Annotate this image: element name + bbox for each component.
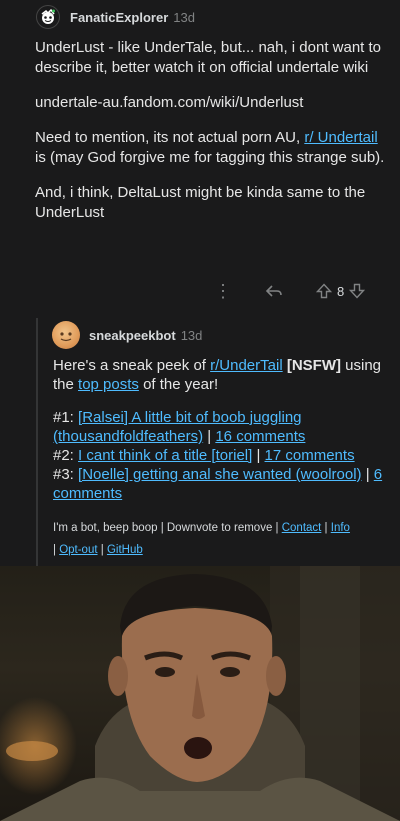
separator: | <box>252 447 265 464</box>
bot-footer: I'm a bot, beep boop | Downvote to remov… <box>53 517 393 561</box>
user-avatar[interactable] <box>52 321 80 349</box>
shocked-man-image <box>0 566 400 821</box>
comment-thread: FanaticExplorer 13d UnderLust - like Und… <box>0 0 400 566</box>
upvote-icon[interactable] <box>316 283 332 299</box>
comment-paragraph: Here's a sneak peek of r/UnderTail [NSFW… <box>53 356 393 394</box>
comment-body: Here's a sneak peek of r/UnderTail [NSFW… <box>53 356 393 575</box>
more-options-icon[interactable]: ⋮ <box>214 281 232 302</box>
comment-age: 13d <box>180 327 203 343</box>
user-avatar[interactable] <box>36 5 60 29</box>
subreddit-link[interactable]: r/UnderTail <box>210 357 283 374</box>
snoo-icon <box>41 8 55 24</box>
comment-author[interactable]: sneakpeekbot <box>89 328 176 343</box>
reaction-image <box>0 566 400 821</box>
comment-author[interactable]: FanaticExplorer <box>70 10 168 25</box>
post-number: #3: <box>53 466 79 483</box>
top-posts-link[interactable]: top posts <box>78 376 139 393</box>
separator: | <box>321 522 331 534</box>
text-span: I'm a bot, beep boop | Downvote to remov… <box>53 522 282 534</box>
contact-link[interactable]: Contact <box>282 522 322 534</box>
comment-header: FanaticExplorer 13d <box>36 4 195 30</box>
post-list: #1: [Ralsei] A little bit of boob juggli… <box>53 408 393 503</box>
text-span: Here's a sneak peek of <box>53 357 211 374</box>
post-link[interactable]: [Noelle] getting anal she wanted (woolro… <box>78 466 362 483</box>
opt-out-link[interactable]: Opt-out <box>59 544 97 556</box>
post-comments-link[interactable]: 17 comments <box>265 447 355 464</box>
vote-score: 8 <box>337 283 345 299</box>
comment-paragraph: Need to mention, its not actual porn AU,… <box>35 128 390 168</box>
comment-paragraph-url: undertale-au.fandom.com/wiki/Underlust <box>35 94 304 111</box>
github-link[interactable]: GitHub <box>107 544 143 556</box>
face-avatar-icon <box>60 332 72 342</box>
comment-body: UnderLust - like UnderTale, but... nah, … <box>35 38 390 238</box>
separator: | <box>97 544 107 556</box>
comment-paragraph: And, i think, DeltaLust might be kinda s… <box>35 184 366 221</box>
post-link[interactable]: I cant think of a title [toriel] <box>78 447 252 464</box>
comment-paragraph: UnderLust - like UnderTale, but... nah, … <box>35 39 382 76</box>
post-comments-link[interactable]: 16 comments <box>215 428 305 445</box>
separator: | <box>203 428 216 445</box>
thread-line[interactable] <box>36 318 38 566</box>
comment-age: 13d <box>173 9 195 25</box>
info-link[interactable]: Info <box>331 522 350 534</box>
comment-header: sneakpeekbot 13d <box>52 320 202 350</box>
separator: | <box>361 466 374 483</box>
post-number: #2: <box>53 447 79 464</box>
text-span: Need to mention, its not actual porn AU, <box>35 129 305 146</box>
subreddit-link[interactable]: r/ Undertail <box>304 129 377 146</box>
text-span: of the year! <box>138 376 219 393</box>
post-number: #1: <box>53 409 79 426</box>
text-span: is (may God forgive me for tagging this … <box>35 149 385 166</box>
reply-icon[interactable] <box>264 283 284 299</box>
screenshot: FanaticExplorer 13d UnderLust - like Und… <box>0 0 400 821</box>
nsfw-tag: [NSFW] <box>282 357 341 374</box>
comment-actions: ⋮ 8 <box>200 280 390 302</box>
downvote-icon[interactable] <box>349 283 366 299</box>
